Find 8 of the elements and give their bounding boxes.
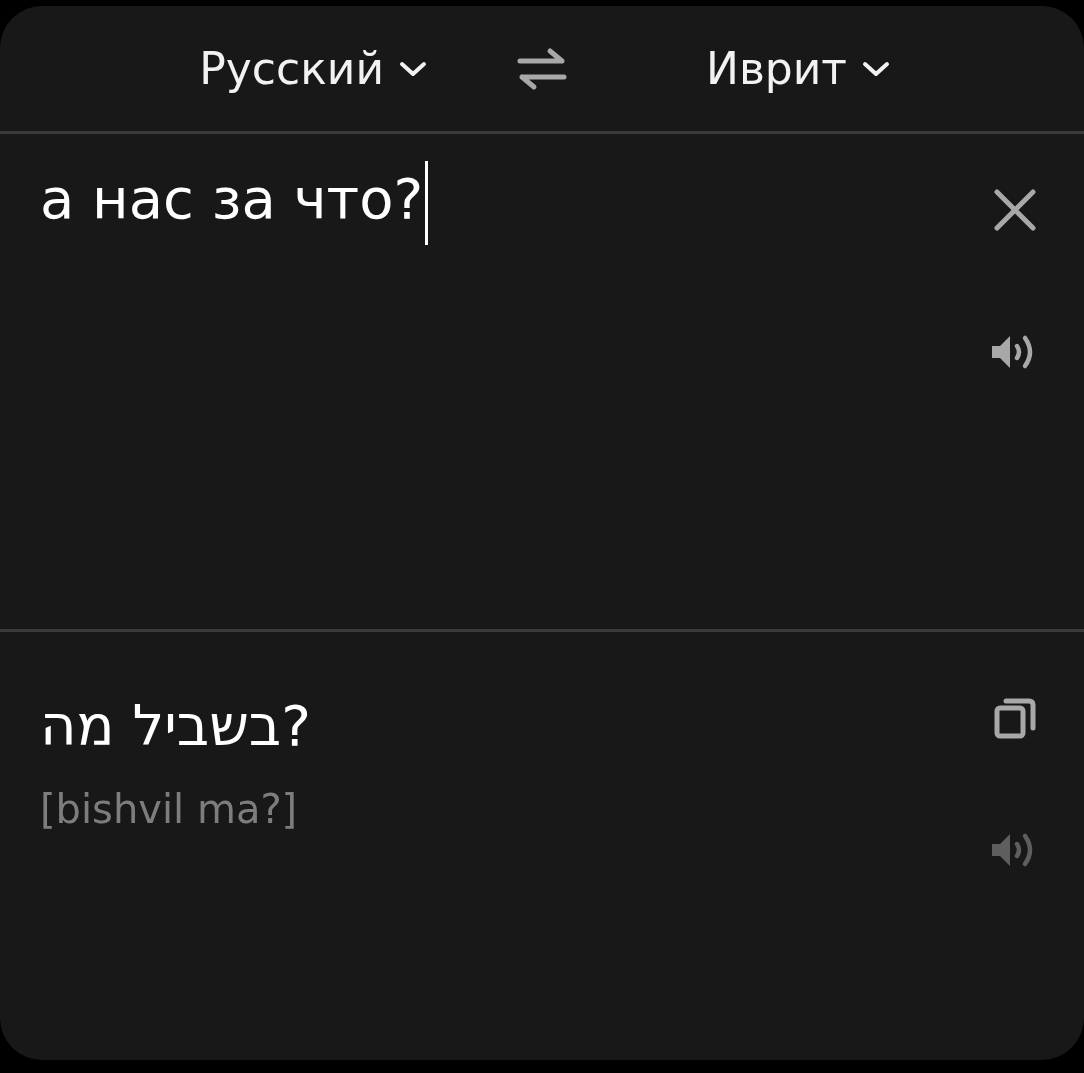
close-icon[interactable]	[993, 188, 1037, 232]
transliteration-text: [bishvil ma?]	[40, 786, 298, 832]
input-field[interactable]: а нас за что?	[40, 158, 429, 245]
copy-icon[interactable]	[993, 696, 1037, 740]
source-language-selector[interactable]: Русский	[195, 39, 432, 98]
target-language-selector[interactable]: Иврит	[702, 39, 895, 98]
swap-languages-icon[interactable]	[516, 46, 568, 91]
translation-text: בשביל מה?	[40, 692, 311, 760]
